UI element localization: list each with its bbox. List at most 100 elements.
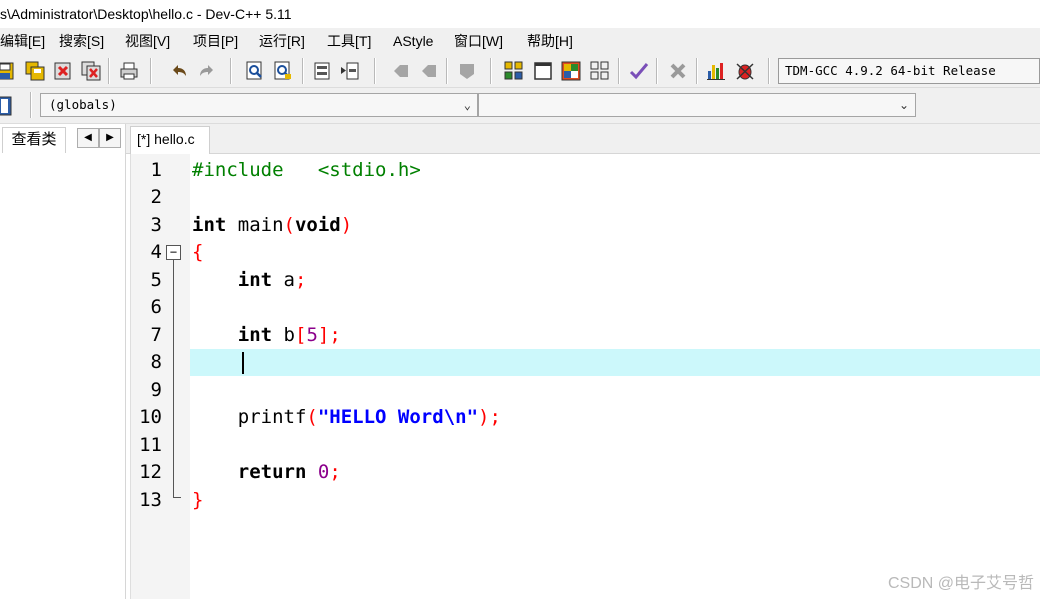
toggle-bookmark-icon[interactable] [339,60,361,82]
save-all-icon[interactable] [24,60,46,82]
tab-hello-c[interactable]: [*] hello.c [130,126,210,154]
class-browser-panel [0,124,126,599]
stop-execution-icon [667,60,689,82]
undo-icon[interactable] [168,60,190,82]
toolbar-separator [374,58,376,84]
tab-class-view[interactable]: 查看类 [2,127,66,153]
compiler-select[interactable]: TDM-GCC 4.9.2 64-bit Release [778,58,1040,84]
line-number: 1 [150,159,162,181]
menu-astyle[interactable]: AStyle [393,28,433,54]
menu-project[interactable]: 项目[P] [193,28,238,54]
code-line-1: #include <stdio.h> [192,157,421,184]
chart-icon[interactable] [705,60,727,82]
members-dropdown[interactable]: ⌄ [478,93,916,117]
toolbar-separator [30,92,32,118]
line-number: 11 [139,434,162,456]
class-browser-icon[interactable] [0,95,16,117]
code-line-10: printf("HELLO Word\n"); [192,404,501,431]
toolbar-separator [302,58,304,84]
number-literal: 5 [306,324,318,346]
code-line-3: int main(void) [192,212,352,239]
main-toolbar: TDM-GCC 4.9.2 64-bit Release [0,54,1040,88]
syntax-check-icon[interactable] [628,60,650,82]
editor-tab-strip [126,124,1040,154]
compile-run-icon[interactable] [560,60,582,82]
code-line-7: int b[5]; [192,322,341,349]
preprocessor-directive: #include [192,159,284,181]
scope-dropdown[interactable]: (globals) ⌄ [40,93,478,117]
compile-icon[interactable] [503,60,525,82]
code-line-5: int a; [192,267,307,294]
menu-window[interactable]: 窗口[W] [454,28,503,54]
symbol: ] [317,324,330,346]
current-line-highlight [190,349,1040,376]
text-caret [242,352,244,374]
toolbar-separator [768,58,770,84]
identifier: printf [237,406,307,428]
rebuild-all-icon[interactable] [589,60,611,82]
line-number: 10 [139,406,162,428]
redo-icon[interactable] [196,60,218,82]
keyword: int [192,214,227,236]
toolbar-separator [230,58,232,84]
line-number: 5 [150,269,162,291]
line-number: 7 [150,324,162,346]
keyword: void [294,214,341,236]
chevron-down-icon: ⌄ [463,98,471,112]
toolbar-separator [150,58,152,84]
fold-end-marker [173,497,181,498]
close-file-icon[interactable] [52,60,74,82]
class-browser-toolbar: (globals) ⌄ ⌄ [0,88,1040,124]
menu-search[interactable]: 搜索[S] [59,28,104,54]
symbol: } [192,489,204,511]
toolbar-separator [108,58,110,84]
line-number: 9 [150,379,162,401]
toolbar-separator [696,58,698,84]
line-number: 3 [150,214,162,236]
symbol: ( [306,406,318,428]
line-number: 13 [139,489,162,511]
tab-scroll-left-icon[interactable]: ◀ [77,128,99,148]
watermark: CSDN @电子艾号哲 [887,575,1034,592]
toolbar-separator [656,58,658,84]
menu-tools[interactable]: 工具[T] [327,28,371,54]
indent-icon [390,60,412,82]
run-icon[interactable] [532,60,554,82]
replace-icon[interactable] [272,60,294,82]
keyword: return [237,461,307,483]
menu-run[interactable]: 运行[R] [259,28,305,54]
toolbar-separator [446,58,448,84]
fold-guide [173,260,174,498]
debug-icon[interactable] [734,60,756,82]
menu-help[interactable]: 帮助[H] [527,28,573,54]
close-all-icon[interactable] [80,60,102,82]
goto-line-icon[interactable] [311,60,333,82]
window-title-bar: s\Administrator\Desktop\hello.c - Dev-C+… [0,0,1040,28]
keyword: int [237,324,273,346]
find-icon[interactable] [244,60,266,82]
toolbar-separator [490,58,492,84]
symbol: ; [294,269,307,291]
print-icon[interactable] [118,60,140,82]
code-line-13: } [192,487,203,514]
menu-bar: 编辑[E] 搜索[S] 视图[V] 项目[P] 运行[R] 工具[T] ASty… [0,28,1040,54]
keyword: int [237,269,273,291]
string-literal: "HELLO Word\n" [317,406,479,428]
number-literal: 0 [317,461,330,483]
scope-value: (globals) [49,97,117,112]
save-icon[interactable] [0,60,16,82]
unindent-icon [418,60,440,82]
menu-edit[interactable]: 编辑[E] [0,28,45,54]
symbol: [ [294,324,307,346]
identifier: b [272,324,295,346]
symbol: ; [489,406,501,428]
fold-collapse-icon[interactable]: − [166,245,181,260]
symbol: ) [340,214,353,236]
chevron-down-icon: ⌄ [898,98,909,112]
toolbar-separator [618,58,620,84]
menu-view[interactable]: 视图[V] [125,28,170,54]
symbol: { [192,241,204,263]
code-line-12: return 0; [192,459,341,486]
symbol: ) [478,406,490,428]
tab-scroll-right-icon[interactable]: ▶ [99,128,121,148]
